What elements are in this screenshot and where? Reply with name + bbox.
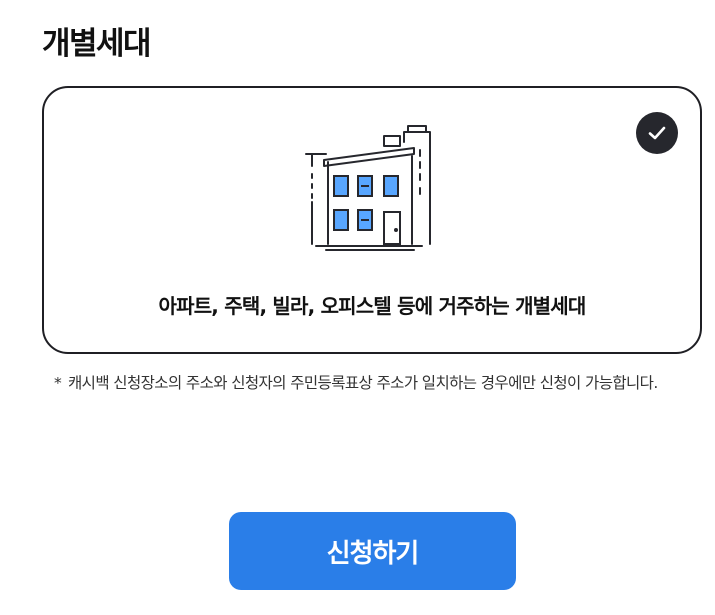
page: 개별세대 아파트, 주택, 빌라, 오피스텔 등에 거주하는 개별세대 * 캐시… — [0, 0, 715, 615]
section-title: 개별세대 — [42, 26, 152, 62]
notice-text: 캐시백 신청장소의 주소와 신청자의 주민등록표상 주소가 일치하는 경우에만 … — [68, 374, 658, 392]
notice: * 캐시백 신청장소의 주소와 신청자의 주민등록표상 주소가 일치하는 경우에… — [54, 370, 684, 397]
apply-button[interactable]: 신청하기 — [229, 512, 516, 590]
building-icon — [305, 125, 431, 251]
check-icon — [636, 112, 678, 154]
option-description: 아파트, 주택, 빌라, 오피스텔 등에 거주하는 개별세대 — [158, 294, 587, 318]
household-option-card[interactable]: 아파트, 주택, 빌라, 오피스텔 등에 거주하는 개별세대 — [42, 86, 702, 354]
notice-asterisk: * — [54, 374, 62, 392]
